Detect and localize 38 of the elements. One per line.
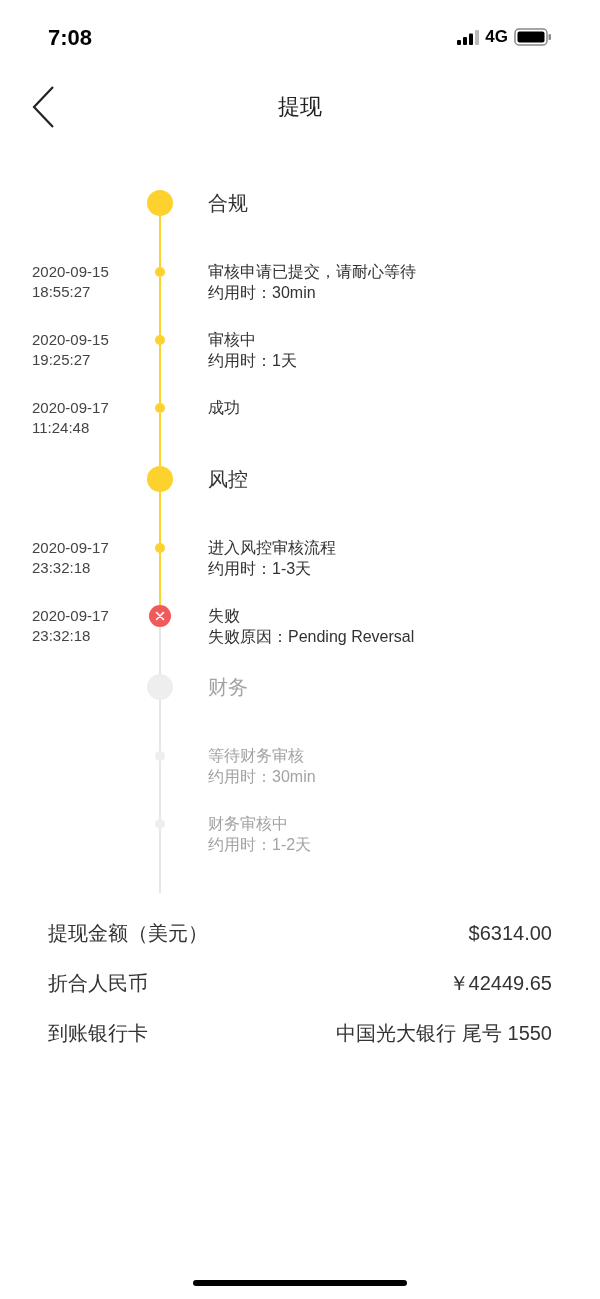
back-button[interactable]	[30, 86, 56, 128]
step-detail: 失败原因：Pending Reversal	[208, 627, 415, 647]
step-title: 财务审核中	[208, 814, 289, 834]
timestamp-time: 18:55:27	[32, 282, 92, 302]
network-label: 4G	[485, 26, 508, 49]
step-title: 等待财务审核	[208, 746, 305, 766]
step-title: 失败	[208, 606, 241, 626]
step-detail: 约用时：1-3天	[208, 559, 313, 579]
timestamp-date: 2020-09-17	[32, 538, 110, 558]
step-detail: 约用时：30min	[208, 283, 317, 303]
summary-value: $6314.00	[468, 921, 552, 946]
step-title: 审核申请已提交，请耐心等待	[208, 262, 416, 282]
summary-value: 中国光大银行 尾号 1550	[336, 1021, 552, 1046]
summary-label: 折合人民币	[48, 971, 148, 996]
timestamp-date: 2020-09-15	[32, 330, 110, 350]
timestamp-date: 2020-09-15	[32, 262, 110, 282]
page-title: 提现	[278, 92, 322, 121]
step-title: 审核中	[208, 330, 257, 350]
timestamp-date: 2020-09-17	[32, 398, 110, 418]
step-detail: 约用时：1天	[208, 351, 297, 371]
summary-label: 到账银行卡	[48, 1021, 148, 1046]
timestamp-time: 23:32:18	[32, 626, 92, 646]
status-time: 7:08	[48, 23, 93, 52]
battery-icon	[514, 28, 552, 46]
step-title: 成功	[208, 398, 240, 418]
timestamp-time: 19:25:27	[32, 350, 92, 370]
stage-title: 合规	[208, 191, 248, 216]
stage-title: 风控	[208, 467, 248, 492]
summary-label: 提现金额（美元）	[48, 921, 208, 946]
signal-icon	[457, 29, 480, 45]
step-detail: 约用时：1-2天	[208, 835, 312, 855]
timestamp-time: 23:32:18	[32, 558, 92, 578]
summary-value: ￥42449.65	[448, 971, 552, 996]
step-detail: 约用时：30min	[208, 767, 316, 787]
step-title: 进入风控审核流程	[208, 538, 336, 558]
timestamp-date: 2020-09-17	[32, 606, 110, 626]
timestamp-time: 11:24:48	[32, 418, 91, 438]
stage-title: 财务	[208, 675, 248, 700]
